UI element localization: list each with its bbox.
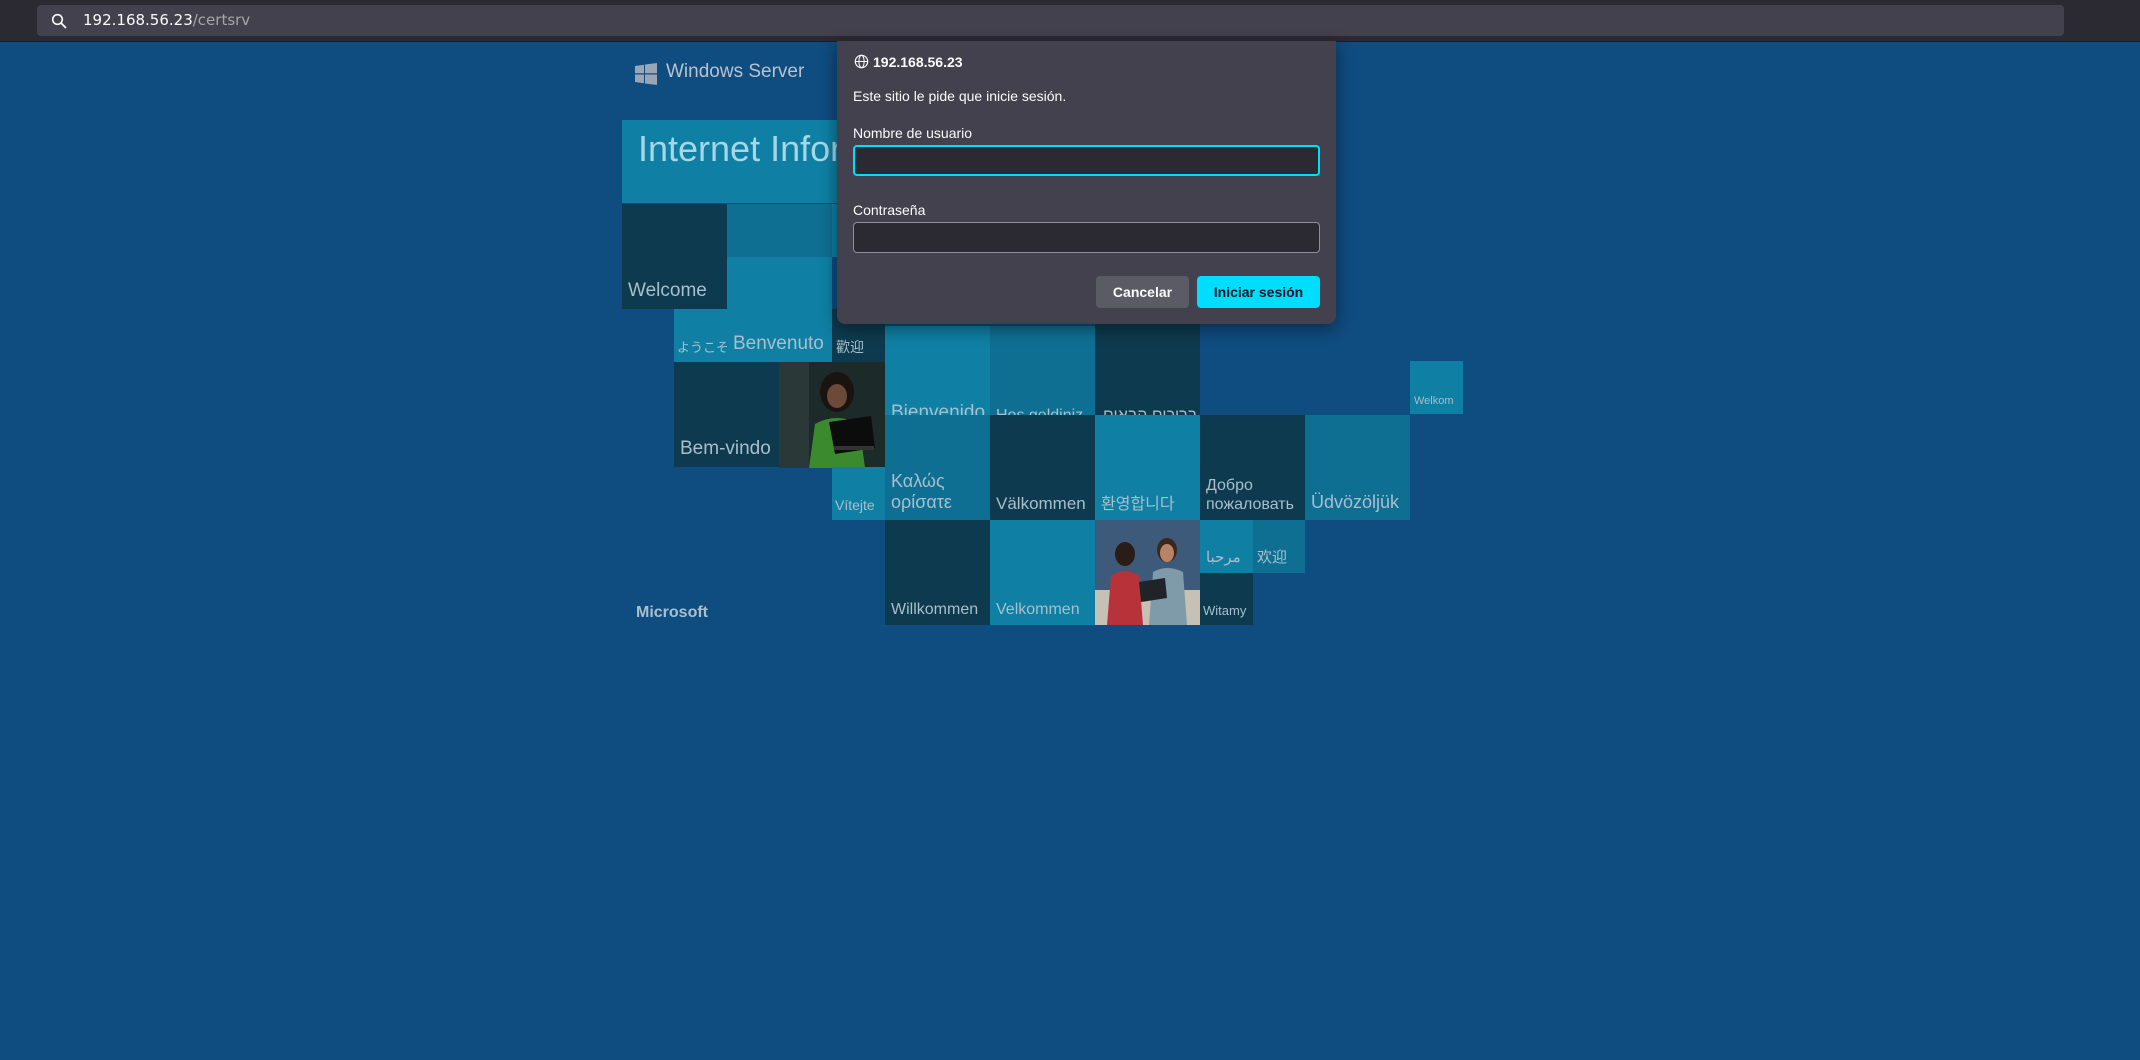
tile-velkommen-label: Velkommen <box>996 600 1080 618</box>
tile-witamy: Witamy <box>1200 573 1253 625</box>
tile-kalos-line-2: ορίσατε <box>891 492 952 513</box>
tile-benvenuto: Benvenuto <box>727 257 832 362</box>
tile-welcome: Welcome <box>622 204 727 309</box>
tile-valkommen: Välkommen <box>990 415 1095 520</box>
tile-kalos-orisate-label: Καλώς ορίσατε <box>891 471 952 514</box>
tile-dobro-line-1: Добро <box>1206 476 1253 494</box>
globe-icon <box>854 54 869 69</box>
login-button[interactable]: Iniciar sesión <box>1197 276 1320 308</box>
photo-woman-laptop <box>779 362 885 468</box>
tile-willkommen: Willkommen <box>885 520 990 625</box>
tile-yokoso: ようこそ <box>674 309 727 362</box>
username-label: Nombre de usuario <box>853 125 973 141</box>
tile-hwanyeong: 환영합니다 <box>1095 415 1200 520</box>
photo-two-people-laptop <box>1095 520 1200 625</box>
tile-marhaba: مرحبا <box>1200 520 1253 573</box>
url-text: 192.168.56.23/certsrv <box>83 10 250 31</box>
tile-witamy-label: Witamy <box>1203 603 1247 619</box>
tile-velkommen: Velkommen <box>990 520 1095 625</box>
tile-bem-vindo-label: Bem-vindo <box>680 438 771 460</box>
password-label: Contraseña <box>853 202 926 218</box>
password-field[interactable] <box>853 222 1320 253</box>
tile-kalos-line-1: Καλώς <box>891 470 945 491</box>
search-icon <box>51 13 67 29</box>
tile-welcome-label: Welcome <box>628 280 707 302</box>
username-field[interactable] <box>853 145 1320 176</box>
tile-benvenuto-label: Benvenuto <box>733 333 824 355</box>
tile-yokoso-label: ようこそ <box>677 340 727 356</box>
tile-huanying-simp: 欢迎 <box>1253 520 1305 573</box>
tile-welkom-label: Welkom <box>1414 394 1454 407</box>
iis-banner-text: Internet Information Services <box>638 128 867 169</box>
microsoft-brand: Microsoft <box>636 604 708 621</box>
dialog-origin: 192.168.56.23 <box>873 54 963 70</box>
address-bar[interactable]: 192.168.56.23/certsrv <box>37 5 2064 36</box>
tile-udvozoljuk: Üdvözöljük <box>1305 415 1410 520</box>
tile-dobro-pozhalovat-label: Добро пожаловать <box>1206 476 1294 514</box>
dialog-message: Este sitio le pide que inicie sesión. <box>853 88 1067 104</box>
tile-marhaba-label: مرحبا <box>1206 549 1241 566</box>
browser-toolbar: 192.168.56.23/certsrv <box>0 0 2140 42</box>
tile-welkom: Welkom <box>1410 361 1463 414</box>
url-path: /certsrv <box>192 11 251 29</box>
tile-vitejte: Vítejte <box>832 467 885 520</box>
tile-kalos-orisate: Καλώς ορίσατε <box>885 415 990 520</box>
windows-logo-icon <box>635 63 657 85</box>
tile-udvozoljuk-label: Üdvözöljük <box>1311 492 1400 513</box>
windows-server-title: Windows Server <box>666 61 805 82</box>
tile-bem-vindo: Bem-vindo <box>674 362 779 467</box>
tile-huanying-trad-label: 歡迎 <box>836 339 864 356</box>
login-dialog: 192.168.56.23 Este sitio le pide que ini… <box>837 41 1336 324</box>
tile-blank-1 <box>727 204 832 257</box>
tile-willkommen-label: Willkommen <box>891 600 979 618</box>
photo-two-people-laptop-image <box>1095 520 1200 625</box>
cancel-button[interactable]: Cancelar <box>1096 276 1189 308</box>
tile-dobro-line-2: пожаловать <box>1206 495 1294 513</box>
tile-hwanyeong-label: 환영합니다 <box>1101 495 1175 513</box>
tile-valkommen-label: Välkommen <box>996 493 1086 513</box>
tile-huanying-simp-label: 欢迎 <box>1257 549 1288 566</box>
url-host: 192.168.56.23 <box>83 11 193 29</box>
photo-woman-laptop-image <box>779 362 885 468</box>
tile-vitejte-label: Vítejte <box>835 497 875 514</box>
tile-dobro-pozhalovat: Добро пожаловать <box>1200 415 1305 520</box>
iis-banner: Internet Information Services <box>622 120 867 203</box>
